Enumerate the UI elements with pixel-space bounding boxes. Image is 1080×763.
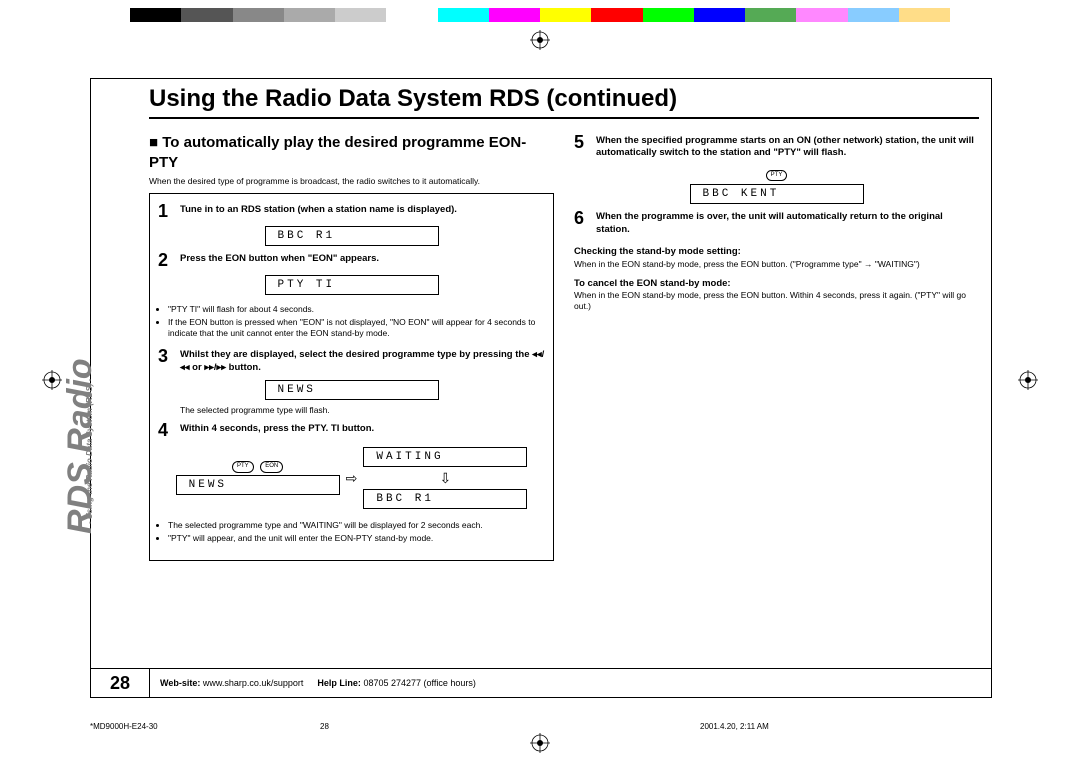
body-text: When in the EON stand-by mode, press the… — [574, 290, 979, 312]
step-text: Whilst they are displayed, select the de… — [180, 347, 545, 374]
lcd-display: BBC R1 — [363, 489, 527, 509]
registration-mark-icon — [530, 30, 550, 50]
bullet: The selected programme type and "WAITING… — [168, 520, 545, 531]
step-text: Press the EON button when "EON" appears. — [180, 251, 545, 269]
print-filename: *MD9000H-E24-30 — [90, 722, 158, 731]
sub-heading: To cancel the EON stand-by mode: — [574, 278, 979, 290]
lcd-group: PTY BBC KENT — [574, 170, 979, 210]
print-date: 2001.4.20, 2:11 AM — [700, 722, 769, 731]
step: 6 When the programme is over, the unit w… — [574, 209, 979, 236]
lcd-display: PTY TI — [265, 275, 439, 295]
bullet-list: The selected programme type and "WAITING… — [158, 520, 545, 544]
arrow-down-icon: ⇩ — [439, 469, 451, 487]
registration-mark-icon — [530, 733, 550, 753]
page-footer: 28 Web-site: www.sharp.co.uk/support Hel… — [91, 668, 991, 697]
page-number: 28 — [91, 673, 149, 694]
step-text: When the programme is over, the unit wil… — [596, 209, 979, 236]
intro-text: When the desired type of programme is br… — [149, 176, 554, 187]
button-icons: PTY EON — [230, 459, 285, 473]
left-column: ■ To automatically play the desired prog… — [149, 133, 554, 561]
step-number: 1 — [158, 202, 172, 220]
lcd-display: BBC R1 — [265, 226, 439, 246]
lcd-display: BBC KENT — [690, 184, 864, 204]
sub-heading: Checking the stand-by mode setting: — [574, 246, 979, 258]
bullet-list: "PTY TI" will flash for about 4 seconds.… — [158, 304, 545, 339]
section-heading: ■ To automatically play the desired prog… — [149, 133, 554, 172]
sidebar-tab: RDS Radio - Using the Radio Data System … — [36, 259, 96, 539]
step-text: Tune in to an RDS station (when a statio… — [180, 202, 545, 220]
step-text: When the specified programme starts on a… — [596, 133, 979, 160]
lcd-display: NEWS — [265, 380, 439, 400]
step-number: 3 — [158, 347, 172, 374]
flow-diagram: PTY EON NEWS ⇨ WAITING ⇩ BBC R1 — [158, 445, 545, 511]
print-page: 28 — [320, 722, 329, 731]
pty-button-icon: PTY — [232, 461, 254, 473]
bullet: "PTY" will appear, and the unit will ent… — [168, 533, 545, 544]
arrow-right-icon: ⇨ — [346, 469, 358, 487]
lcd-display: WAITING — [363, 447, 527, 467]
lcd-display: NEWS — [176, 475, 340, 495]
step: 1 Tune in to an RDS station (when a stat… — [158, 202, 545, 220]
step: 4 Within 4 seconds, press the PTY. TI bu… — [158, 421, 545, 439]
step-number: 2 — [158, 251, 172, 269]
step-number: 6 — [574, 209, 588, 236]
step-number: 5 — [574, 133, 588, 160]
step: 5 When the specified programme starts on… — [574, 133, 979, 160]
bullet: "PTY TI" will flash for about 4 seconds. — [168, 304, 545, 315]
registration-mark-icon — [1018, 370, 1038, 390]
sidebar-title: RDS Radio — [61, 358, 100, 534]
body-text: When in the EON stand-by mode, press the… — [574, 259, 979, 270]
step-text: Within 4 seconds, press the PTY. TI butt… — [180, 421, 545, 439]
right-column: 5 When the specified programme starts on… — [574, 133, 979, 561]
note-text: The selected programme type will flash. — [180, 405, 545, 416]
page-title: Using the Radio Data System RDS (continu… — [149, 85, 979, 119]
eon-button-icon: EON — [260, 461, 283, 473]
bullet: If the EON button is pressed when "EON" … — [168, 317, 545, 339]
pty-button-icon: PTY — [766, 170, 788, 182]
footer-info: Web-site: www.sharp.co.uk/support Help L… — [149, 669, 991, 697]
print-color-bar — [130, 8, 950, 22]
page-frame: RDS Radio - Using the Radio Data System … — [90, 78, 992, 698]
step: 3 Whilst they are displayed, select the … — [158, 347, 545, 374]
sidebar-subtitle: - Using the Radio Data System (RDS) - — [85, 379, 94, 524]
step-number: 4 — [158, 421, 172, 439]
step-box: 1 Tune in to an RDS station (when a stat… — [149, 193, 554, 561]
step: 2 Press the EON button when "EON" appear… — [158, 251, 545, 269]
